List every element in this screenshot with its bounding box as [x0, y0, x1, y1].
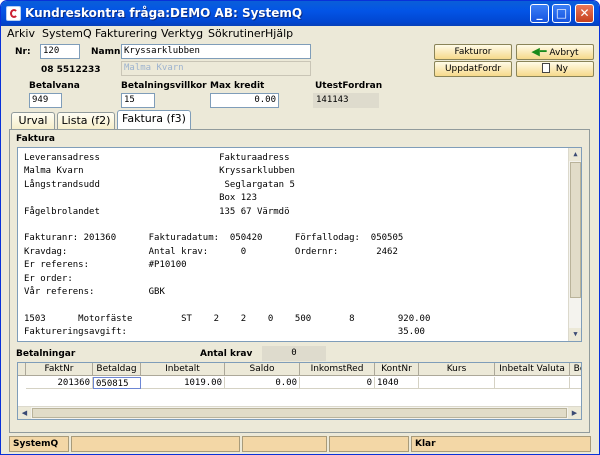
fakturor-button[interactable]: Fakturor: [434, 44, 512, 60]
antal-krav-label: Antal krav: [200, 349, 253, 359]
main-window: Kundreskontra fråga:DEMO AB: SystemQ _ □…: [0, 0, 600, 455]
col-inbetalt-valuta[interactable]: Inbetalt Valuta: [495, 363, 570, 376]
cell-inbetalt[interactable]: 1019.00: [141, 377, 225, 389]
arrow-left-icon: ◀━: [531, 45, 547, 58]
table-horizontal-scrollbar[interactable]: ◀ ▶: [18, 406, 581, 419]
window-title: Kundreskontra fråga:DEMO AB: SystemQ: [25, 6, 303, 20]
maxkredit-label: Max kredit: [210, 81, 265, 91]
utestfordran-value: 141143: [313, 93, 379, 108]
payments-table: FaktNr Betaldag Inbetalt Saldo InkomstRe…: [17, 362, 582, 420]
faktura-section-label: Faktura: [16, 134, 55, 144]
menu-bar: Arkiv SystemQ Fakturering Verktyg Sökrut…: [1, 26, 599, 42]
utestfordran-label: UtestFordran: [315, 81, 383, 91]
app-icon: [6, 6, 21, 21]
minimize-button[interactable]: _: [530, 4, 549, 23]
scroll-down-icon[interactable]: ▼: [569, 328, 581, 341]
scroll-thumb[interactable]: [570, 162, 581, 298]
ny-button-label: Ny: [555, 64, 568, 74]
menu-sokrutiner[interactable]: Sökrutiner: [208, 27, 265, 40]
col-faktnr[interactable]: FaktNr: [26, 363, 93, 376]
scroll-right-icon[interactable]: ▶: [568, 407, 581, 419]
cell-saldo[interactable]: 0.00: [225, 377, 300, 389]
cell-bo[interactable]: [570, 377, 581, 389]
menu-systemq[interactable]: SystemQ: [42, 27, 92, 40]
menu-hjalp[interactable]: Hjälp: [265, 27, 293, 40]
betalvana-field[interactable]: 949: [29, 93, 62, 108]
avbryt-button-label: Avbryt: [549, 48, 579, 58]
menu-arkiv[interactable]: Arkiv: [7, 27, 35, 40]
name-label: Namn:: [91, 47, 124, 57]
invoice-vertical-scrollbar[interactable]: ▲ ▼: [568, 148, 581, 341]
col-saldo[interactable]: Saldo: [225, 363, 300, 376]
col-inkomstred[interactable]: InkomstRed: [300, 363, 375, 376]
payments-table-header: FaktNr Betaldag Inbetalt Saldo InkomstRe…: [18, 363, 581, 376]
menu-verktyg[interactable]: Verktyg: [161, 27, 203, 40]
cell-faktnr[interactable]: 201360: [26, 377, 93, 389]
menu-fakturering[interactable]: Fakturering: [95, 27, 157, 40]
col-inbetalt[interactable]: Inbetalt: [141, 363, 225, 376]
tab-urval[interactable]: Urval: [11, 112, 55, 129]
new-document-icon: [542, 63, 551, 73]
row-header-corner: [18, 363, 26, 376]
title-bar[interactable]: Kundreskontra fråga:DEMO AB: SystemQ _ □…: [1, 1, 599, 26]
maxkredit-field[interactable]: 0.00: [210, 93, 279, 108]
betalningsvillkor-label: Betalningsvillkor: [121, 81, 207, 91]
status-field-2: [71, 436, 240, 452]
status-field-3: [242, 436, 327, 452]
customer-phone: 08 5512233: [41, 65, 101, 75]
tab-faktura[interactable]: Faktura (f3): [117, 110, 191, 130]
cell-kurs[interactable]: [419, 377, 495, 389]
invoice-text-area[interactable]: Leveransadress Fakturaadress Malma Kvarn…: [17, 147, 582, 342]
customer-name-field[interactable]: Kryssarklubben: [121, 44, 311, 59]
scroll-up-icon[interactable]: ▲: [569, 148, 581, 161]
hscroll-thumb[interactable]: [32, 408, 567, 418]
customer-name-secondary: Malma Kvarn: [121, 61, 311, 76]
col-bo[interactable]: Bo: [570, 363, 581, 376]
scroll-left-icon[interactable]: ◀: [18, 407, 31, 419]
customer-nr-field[interactable]: 120: [40, 44, 80, 59]
ny-button[interactable]: Ny: [516, 61, 594, 77]
antal-krav-value: 0: [262, 346, 326, 361]
tab-lista[interactable]: Lista (f2): [57, 112, 115, 129]
close-button[interactable]: ✕: [575, 4, 594, 23]
col-kontnr[interactable]: KontNr: [375, 363, 419, 376]
nr-label: Nr:: [15, 47, 31, 57]
cell-inkomstred[interactable]: 0: [300, 377, 375, 389]
cell-betaldag[interactable]: 050815: [93, 377, 141, 389]
col-betaldag[interactable]: Betaldag: [93, 363, 141, 376]
col-kurs[interactable]: Kurs: [419, 363, 495, 376]
betalningsvillkor-field[interactable]: 15: [121, 93, 155, 108]
uppdatfordr-button[interactable]: UppdatFordr: [434, 61, 512, 77]
betalvana-label: Betalvana: [29, 81, 80, 91]
cell-inbetalt-valuta[interactable]: [495, 377, 570, 389]
betalningar-label: Betalningar: [16, 349, 76, 359]
maximize-button[interactable]: □: [552, 4, 571, 23]
status-field-4: [329, 436, 409, 452]
status-app: SystemQ: [9, 436, 69, 452]
cell-kontnr[interactable]: 1040: [375, 377, 419, 389]
invoice-text: Leveransadress Fakturaadress Malma Kvarn…: [24, 153, 431, 341]
faktura-panel: Faktura Leveransadress Fakturaadress Mal…: [9, 129, 590, 433]
avbryt-button[interactable]: ◀━ Avbryt: [516, 44, 594, 60]
status-message: Klar: [411, 436, 591, 452]
